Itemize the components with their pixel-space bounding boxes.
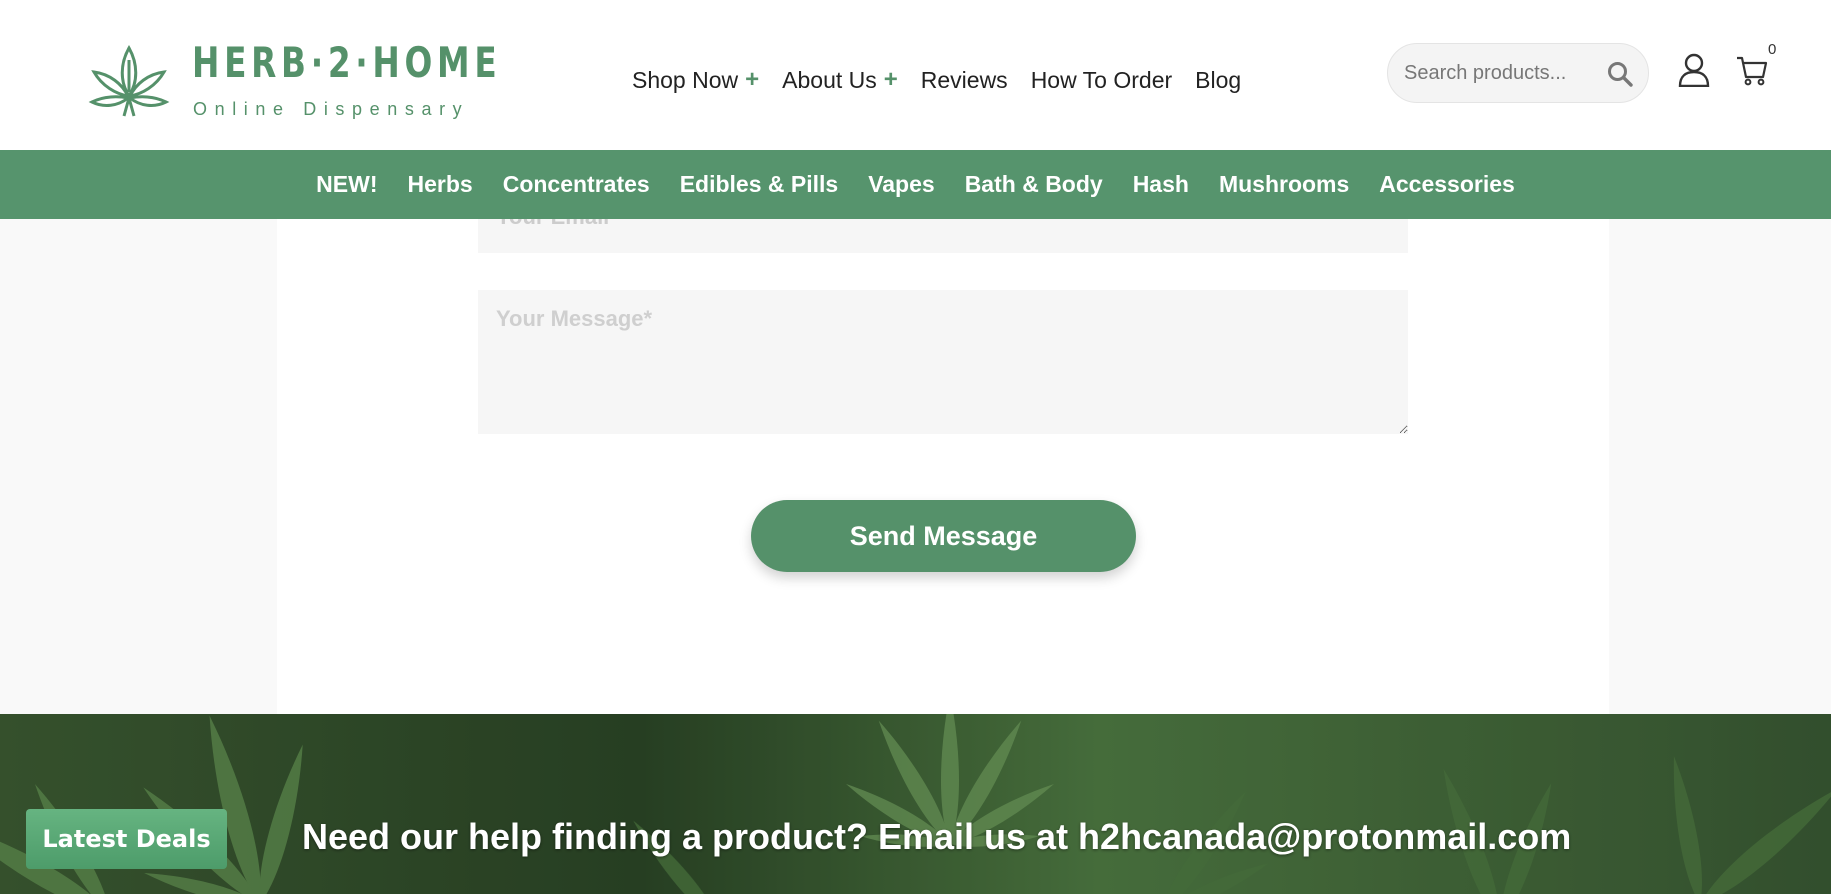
cannabis-leaves-background [0, 714, 1831, 894]
search-box [1387, 43, 1649, 103]
cart-icon[interactable] [1736, 55, 1768, 87]
category-new[interactable]: NEW! [316, 171, 377, 198]
nav-label: How To Order [1030, 66, 1173, 93]
latest-deals-button[interactable]: Latest Deals [26, 809, 227, 869]
logo[interactable]: HERB·2·HOME Online Dispensary [88, 36, 497, 126]
logo-subtitle: Online Dispensary [193, 99, 470, 119]
search-input[interactable] [1404, 58, 1594, 88]
cart-count-badge: 0 [1768, 41, 1777, 58]
category-hash[interactable]: Hash [1133, 171, 1189, 198]
search-icon[interactable] [1606, 60, 1634, 88]
category-vapes[interactable]: Vapes [868, 171, 935, 198]
category-bar: NEW! Herbs Concentrates Edibles & Pills … [0, 150, 1831, 219]
category-mushrooms[interactable]: Mushrooms [1219, 171, 1349, 198]
nav-label: About Us [782, 66, 877, 93]
category-herbs[interactable]: Herbs [408, 171, 473, 198]
leaf-logo-icon [88, 44, 170, 117]
category-edibles-pills[interactable]: Edibles & Pills [680, 171, 839, 198]
nav-shop-now[interactable]: Shop Now + [632, 66, 759, 94]
nav-label: Shop Now [632, 66, 739, 93]
nav-how-to-order[interactable]: How To Order [1031, 67, 1172, 94]
user-icon[interactable] [1678, 53, 1710, 87]
help-banner [0, 714, 1831, 894]
main-nav: Shop Now + About Us + Reviews How To Ord… [632, 64, 1264, 96]
nav-label: Reviews [920, 66, 1008, 93]
site-header: HERB·2·HOME Online Dispensary Shop Now +… [0, 0, 1831, 150]
category-concentrates[interactable]: Concentrates [503, 171, 650, 198]
message-field[interactable] [478, 290, 1408, 434]
help-banner-text: Need our help finding a product? Email u… [302, 816, 1572, 857]
nav-reviews[interactable]: Reviews [921, 67, 1008, 94]
nav-blog[interactable]: Blog [1195, 67, 1241, 94]
send-message-button[interactable]: Send Message [751, 500, 1136, 572]
plus-icon[interactable]: + [884, 66, 898, 94]
nav-label: Blog [1195, 66, 1242, 93]
logo-title: HERB·2·HOME [192, 38, 502, 87]
nav-about-us[interactable]: About Us + [782, 66, 898, 94]
category-bath-body[interactable]: Bath & Body [965, 171, 1103, 198]
category-accessories[interactable]: Accessories [1379, 171, 1515, 198]
message-field-wrapper [478, 290, 1408, 434]
plus-icon[interactable]: + [745, 66, 759, 94]
